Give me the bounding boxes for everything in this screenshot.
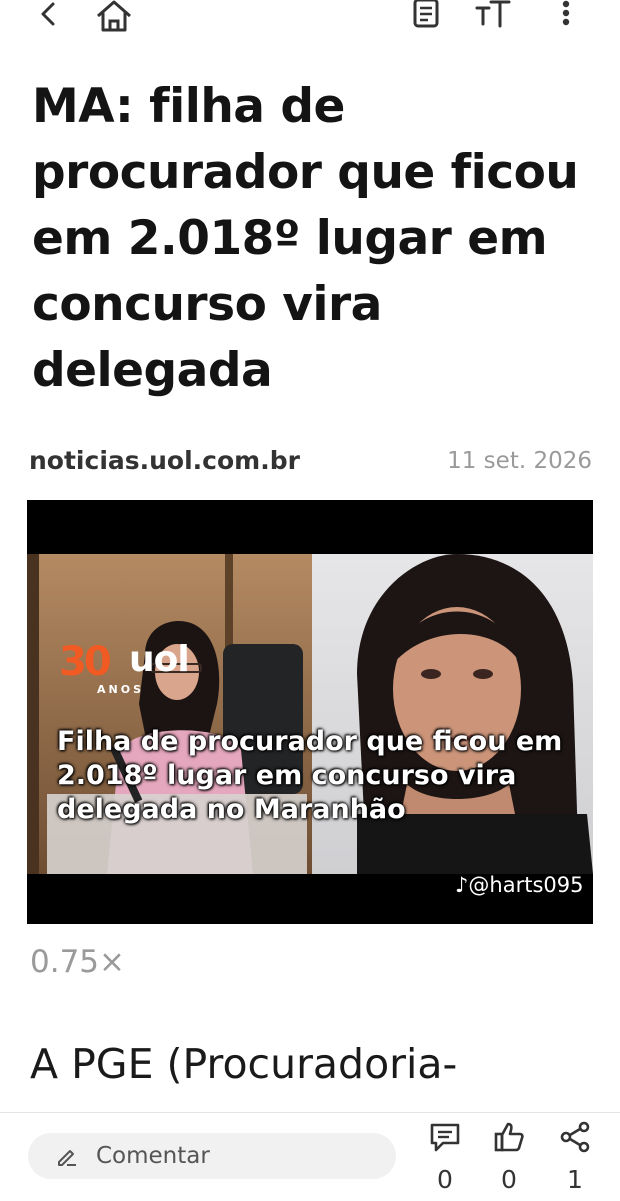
more-icon[interactable] bbox=[556, 0, 576, 30]
watermark: ♪@harts095 bbox=[455, 873, 593, 897]
article-headline: MA: filha de procurador que ficou em 2.0… bbox=[32, 79, 579, 398]
watermark-handle: @harts095 bbox=[468, 873, 584, 897]
back-icon[interactable] bbox=[34, 0, 64, 30]
comments-count: 0 bbox=[437, 1165, 453, 1194]
likes-count: 0 bbox=[501, 1165, 517, 1194]
comment-icon bbox=[430, 1123, 460, 1152]
reader-icon[interactable] bbox=[410, 0, 442, 30]
top-toolbar bbox=[0, 0, 620, 40]
playback-speed[interactable]: 0.75× bbox=[30, 944, 125, 980]
uol-logo: 30 uol ANOS bbox=[59, 639, 229, 699]
bottom-action-bar: Comentar 0 0 1 bbox=[0, 1112, 620, 1201]
like-button[interactable]: 0 bbox=[486, 1121, 532, 1199]
share-icon bbox=[560, 1121, 590, 1153]
comment-input[interactable]: Comentar bbox=[28, 1133, 396, 1179]
comment-label: Comentar bbox=[96, 1143, 210, 1169]
home-icon[interactable] bbox=[94, 0, 134, 32]
comments-button[interactable]: 0 bbox=[422, 1121, 468, 1199]
share-button[interactable]: 1 bbox=[552, 1121, 598, 1199]
article-source[interactable]: noticias.uol.com.br bbox=[29, 446, 300, 475]
tiktok-icon: ♪ bbox=[455, 873, 469, 897]
video-player[interactable]: 30 uol ANOS Filha de procurador que fico… bbox=[27, 500, 593, 924]
shares-count: 1 bbox=[567, 1165, 583, 1194]
thumbs-up-icon bbox=[494, 1122, 524, 1152]
pencil-icon bbox=[58, 1150, 76, 1166]
video-caption: Filha de procurador que ficou em 2.018º … bbox=[57, 726, 563, 825]
uol-logo-anos: ANOS bbox=[97, 683, 144, 696]
article-date: 11 set. 2026 bbox=[447, 448, 592, 474]
article-body: A PGE (Procuradoria- bbox=[30, 1040, 458, 1088]
uol-logo-word: uol bbox=[129, 639, 190, 680]
uol-logo-number: 30 bbox=[59, 639, 112, 685]
text-size-icon[interactable] bbox=[474, 0, 512, 30]
